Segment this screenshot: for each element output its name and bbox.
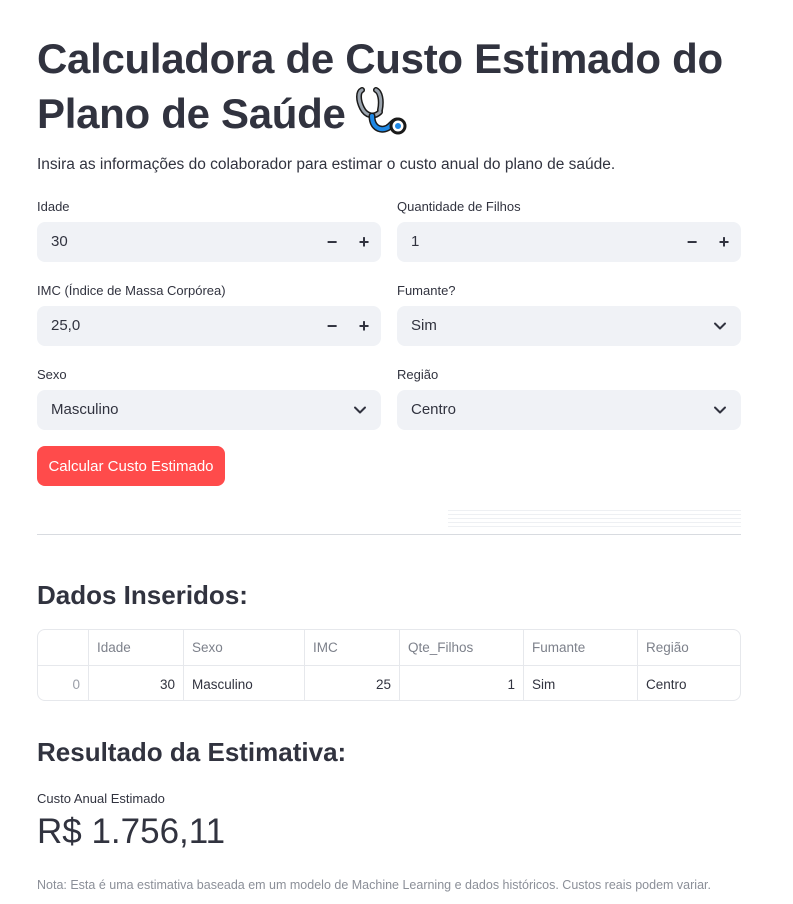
dados-inseridos-heading: Dados Inseridos: [37, 580, 248, 610]
table-cell-regiao[interactable]: Centro [638, 666, 740, 700]
filhos-value[interactable]: 1 [411, 233, 419, 250]
column-header-index [38, 630, 89, 665]
column-header-idade[interactable]: Idade [89, 630, 184, 665]
idade-increment-button[interactable]: + [348, 222, 380, 262]
table-cell-imc[interactable]: 25 [305, 666, 400, 700]
filhos-number-input[interactable]: 1 − + [397, 222, 741, 262]
metric-value: R$ 1.756,11 [37, 812, 226, 851]
decorative-stripes [448, 510, 741, 530]
fumante-selected-value: Sim [411, 317, 437, 334]
idade-decrement-button[interactable]: − [316, 222, 348, 262]
idade-number-input[interactable]: 30 − + [37, 222, 381, 262]
table-cell-index: 0 [38, 666, 89, 700]
regiao-select[interactable]: Centro [397, 390, 741, 430]
table-cell-sexo[interactable]: Masculino [184, 666, 305, 700]
data-table[interactable]: Idade Sexo IMC Qte_Filhos Fumante Região… [37, 629, 741, 701]
regiao-label: Região [397, 367, 439, 382]
column-header-qte-filhos[interactable]: Qte_Filhos [400, 630, 524, 665]
calcular-custo-button[interactable]: Calcular Custo Estimado [37, 446, 225, 486]
chevron-down-icon[interactable] [353, 403, 367, 417]
filhos-increment-button[interactable]: + [708, 222, 740, 262]
sexo-selected-value: Masculino [51, 401, 119, 418]
resultado-heading: Resultado da Estimativa: [37, 737, 347, 767]
regiao-selected-value: Centro [411, 401, 457, 418]
table-row: 0 30 Masculino 25 1 Sim Centro [38, 666, 740, 700]
section-divider [37, 534, 741, 535]
page-title: Calculadora de Custo Estimado do Plano d… [37, 32, 757, 149]
table-cell-idade[interactable]: 30 [89, 666, 184, 700]
filhos-decrement-button[interactable]: − [676, 222, 708, 262]
fumante-select[interactable]: Sim [397, 306, 741, 346]
idade-value[interactable]: 30 [51, 233, 68, 250]
column-header-sexo[interactable]: Sexo [184, 630, 305, 665]
column-header-imc[interactable]: IMC [305, 630, 400, 665]
imc-label: IMC (Índice de Massa Corpórea) [37, 283, 226, 298]
table-cell-fumante[interactable]: Sim [524, 666, 638, 700]
filhos-label: Quantidade de Filhos [397, 199, 521, 214]
column-header-fumante[interactable]: Fumante [524, 630, 638, 665]
disclaimer-note: Nota: Esta é uma estimativa baseada em u… [37, 878, 711, 892]
imc-number-input[interactable]: 25,0 − + [37, 306, 381, 346]
imc-decrement-button[interactable]: − [316, 306, 348, 346]
imc-increment-button[interactable]: + [348, 306, 380, 346]
imc-value[interactable]: 25,0 [51, 317, 80, 334]
fumante-label: Fumante? [397, 283, 456, 298]
page-subtitle: Insira as informações do colaborador par… [37, 156, 616, 173]
metric-label: Custo Anual Estimado [37, 791, 165, 806]
chevron-down-icon[interactable] [713, 319, 727, 333]
chevron-down-icon[interactable] [713, 403, 727, 417]
sexo-select[interactable]: Masculino [37, 390, 381, 430]
idade-label: Idade [37, 199, 70, 214]
table-cell-qte-filhos[interactable]: 1 [400, 666, 524, 700]
table-header-row: Idade Sexo IMC Qte_Filhos Fumante Região [38, 630, 740, 666]
sexo-label: Sexo [37, 367, 67, 382]
column-header-regiao[interactable]: Região [638, 630, 740, 665]
stethoscope-icon [354, 86, 408, 149]
